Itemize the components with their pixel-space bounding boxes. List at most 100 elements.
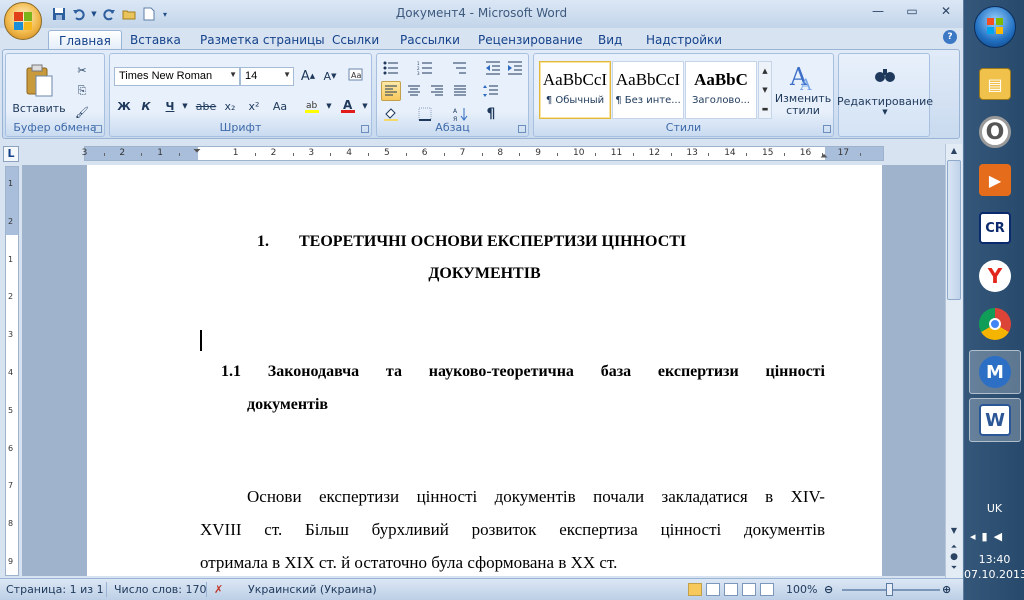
volume-icon[interactable]: ◀ xyxy=(994,530,1002,543)
shrink-font-icon[interactable]: A ▼ xyxy=(320,66,340,86)
outline-view-icon[interactable] xyxy=(742,583,756,596)
save-icon[interactable] xyxy=(50,5,68,23)
align-right-button[interactable] xyxy=(427,81,447,101)
office-button[interactable] xyxy=(4,2,42,40)
editing-button[interactable]: Редактирование ▼ xyxy=(837,60,933,120)
style-no-spacing[interactable]: AaBbCcI ¶ Без инте... xyxy=(612,61,684,119)
web-layout-icon[interactable] xyxy=(724,583,738,596)
zoom-in-icon[interactable]: ⊕ xyxy=(942,583,951,596)
change-styles-button[interactable]: AA Изменить стили xyxy=(774,58,832,122)
format-painter-icon[interactable]: 🖌 xyxy=(72,102,92,122)
maximize-button[interactable]: ▭ xyxy=(895,0,929,22)
scroll-down-icon[interactable]: ▼ xyxy=(947,524,961,538)
highlight-icon[interactable]: ab xyxy=(302,96,322,116)
tab-home[interactable]: Главная xyxy=(48,30,122,50)
full-screen-reading-icon[interactable] xyxy=(706,583,720,596)
horizontal-ruler[interactable]: 3 2 1 1 2 3 4 5 6 7 8 9 10 11 12 13 14 15 16 17 ⏷ ⏶ xyxy=(82,146,884,162)
redo-icon[interactable] xyxy=(100,5,118,23)
style-normal[interactable]: AaBbCcI ¶ Обычный xyxy=(539,61,611,119)
styles-scroll[interactable]: ▲ ▼ ▬ xyxy=(758,61,772,119)
taskbar-yandex-browser[interactable]: Y xyxy=(969,254,1021,298)
taskbar-maxthon[interactable]: M xyxy=(969,350,1021,394)
proofing-icon[interactable]: ✗ xyxy=(214,583,223,596)
font-launcher-icon[interactable] xyxy=(361,125,369,133)
word-count[interactable]: Число слов: 170 xyxy=(114,583,207,596)
tab-mailings[interactable]: Рассылки xyxy=(390,30,470,50)
document-page[interactable]: 1. ТЕОРЕТИЧНІ ОСНОВИ ЕКСПЕРТИЗИ ЦІННОСТІ … xyxy=(87,165,882,576)
tab-references[interactable]: Ссылки xyxy=(322,30,389,50)
scrollbar-thumb[interactable] xyxy=(947,160,961,300)
taskbar-opera[interactable]: O xyxy=(969,110,1021,154)
font-size-combo[interactable]: 14 ▼ xyxy=(240,67,294,86)
zoom-out-icon[interactable]: ⊖ xyxy=(824,583,833,596)
font-name-combo[interactable]: Times New Roman ▼ xyxy=(114,67,240,86)
new-document-icon[interactable] xyxy=(140,5,158,23)
network-icon[interactable]: ▮ xyxy=(982,530,988,543)
cut-icon[interactable]: ✂ xyxy=(72,60,92,80)
font-color-icon[interactable]: A xyxy=(338,96,358,116)
italic-button[interactable]: К xyxy=(136,96,156,116)
copy-icon[interactable]: ⎘ xyxy=(72,81,92,101)
numbering-icon[interactable]: 123 xyxy=(415,58,435,78)
customize-qat-icon[interactable]: ▾ xyxy=(160,5,170,23)
maxthon-icon: M xyxy=(979,356,1011,388)
clear-formatting-icon[interactable]: Aa xyxy=(346,65,366,85)
page-count[interactable]: Страница: 1 из 1 xyxy=(6,583,104,596)
justify-button[interactable] xyxy=(450,81,470,101)
superscript-button[interactable]: x² xyxy=(244,96,264,116)
align-center-button[interactable] xyxy=(404,81,424,101)
undo-icon[interactable] xyxy=(70,5,88,23)
grow-font-icon[interactable]: A ▲ xyxy=(298,66,318,86)
bullets-icon[interactable] xyxy=(381,58,401,78)
paragraph-launcher-icon[interactable] xyxy=(518,125,526,133)
print-layout-icon[interactable] xyxy=(688,583,702,596)
underline-dropdown-icon[interactable]: ▼ xyxy=(180,96,190,116)
clipboard-launcher-icon[interactable] xyxy=(94,125,102,133)
taskbar-media-player[interactable]: ▶ xyxy=(969,158,1021,202)
tray-expand-icon[interactable]: ◂ xyxy=(970,530,976,543)
start-button[interactable] xyxy=(974,6,1016,48)
paste-button[interactable]: Вставить xyxy=(12,58,66,120)
next-page-icon[interactable]: ⏷ xyxy=(947,561,961,575)
style-heading-1[interactable]: AaBbC Заголово... xyxy=(685,61,757,119)
right-indent-marker[interactable]: ⏶ xyxy=(820,151,828,162)
zoom-level[interactable]: 100% xyxy=(786,583,817,596)
draft-view-icon[interactable] xyxy=(760,583,774,596)
taskbar-total-commander[interactable]: CR xyxy=(969,206,1021,250)
multilevel-list-icon[interactable] xyxy=(449,58,469,78)
scroll-up-icon[interactable]: ▲ xyxy=(947,144,961,158)
language-indicator[interactable]: Украинский (Украина) xyxy=(248,583,377,596)
open-folder-icon[interactable] xyxy=(120,5,138,23)
decrease-indent-icon[interactable] xyxy=(483,58,503,78)
tab-addins[interactable]: Надстройки xyxy=(636,30,732,50)
tab-insert[interactable]: Вставка xyxy=(120,30,191,50)
keyboard-language[interactable]: UK xyxy=(964,502,1024,515)
close-button[interactable]: ✕ xyxy=(929,0,963,22)
increase-indent-icon[interactable] xyxy=(505,58,525,78)
styles-launcher-icon[interactable] xyxy=(823,125,831,133)
underline-button[interactable]: Ч xyxy=(160,96,180,116)
taskbar-chrome[interactable] xyxy=(969,302,1021,346)
vertical-scrollbar[interactable]: ▲ ▼ ⏶ ● ⏷ xyxy=(945,144,962,578)
undo-dropdown-icon[interactable]: ▼ xyxy=(90,5,98,23)
clock[interactable]: 13:40 07.10.2013 xyxy=(964,552,1024,582)
help-icon[interactable]: ? xyxy=(943,30,957,44)
tab-page-layout[interactable]: Разметка страницы xyxy=(190,30,335,50)
tab-selector-button[interactable]: L xyxy=(3,146,19,162)
line-spacing-icon[interactable] xyxy=(481,81,501,101)
tab-view[interactable]: Вид xyxy=(588,30,632,50)
vertical-ruler[interactable]: 1 2 1 2 3 4 5 6 7 8 9 xyxy=(5,166,19,576)
change-case-button[interactable]: Aa xyxy=(268,96,292,116)
taskbar-word[interactable]: W xyxy=(969,398,1021,442)
zoom-slider-thumb[interactable] xyxy=(886,583,893,596)
taskbar-explorer[interactable]: ▤ xyxy=(969,62,1021,106)
font-color-dropdown-icon[interactable]: ▼ xyxy=(360,96,370,116)
align-left-button[interactable] xyxy=(381,81,401,101)
subscript-button[interactable]: x₂ xyxy=(220,96,240,116)
tab-review[interactable]: Рецензирование xyxy=(468,30,593,50)
bold-button[interactable]: Ж xyxy=(114,96,134,116)
first-line-indent-marker[interactable]: ⏷ xyxy=(193,146,201,157)
highlight-dropdown-icon[interactable]: ▼ xyxy=(324,96,334,116)
strikethrough-button[interactable]: abe xyxy=(194,96,218,116)
minimize-button[interactable]: — xyxy=(861,0,895,22)
